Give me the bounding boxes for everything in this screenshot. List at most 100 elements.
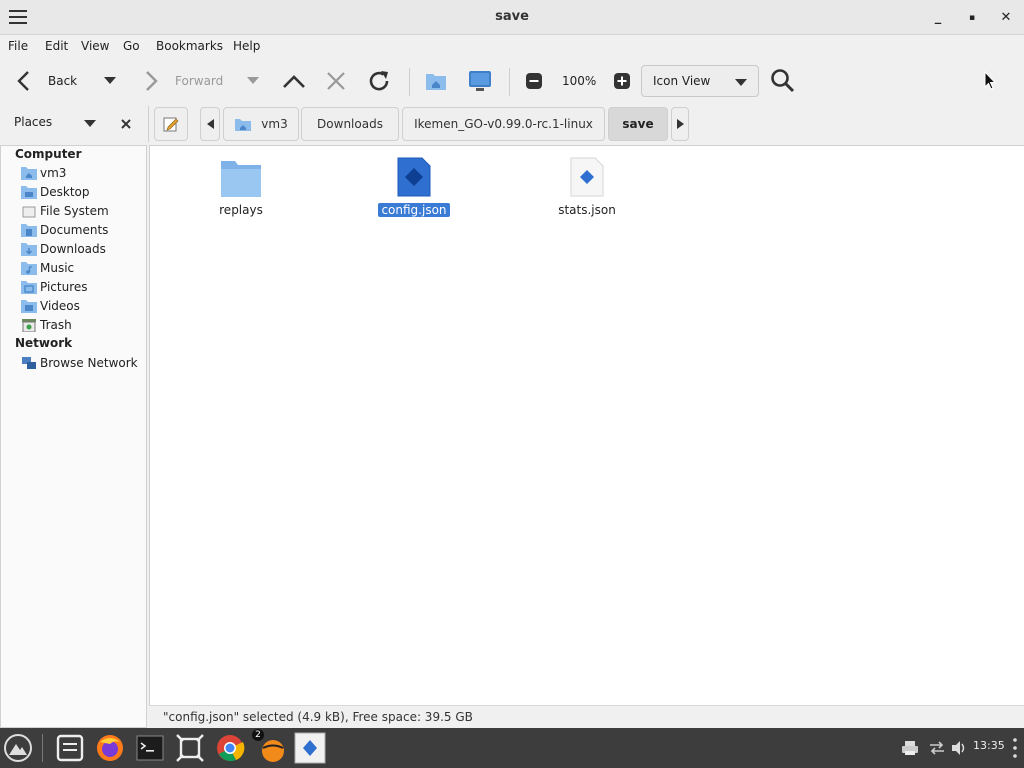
forward-arrow-icon (146, 71, 158, 91)
breadcrumb-label: save (622, 117, 654, 131)
reload-icon (369, 71, 389, 91)
forward-history-dropdown[interactable] (247, 58, 259, 104)
home-button[interactable] (425, 58, 447, 104)
breadcrumb-ikemen[interactable]: Ikemen_GO-v0.99.0-rc.1-linux (402, 107, 605, 141)
maximize-button[interactable]: ▪ (962, 8, 982, 28)
sidebar-item-file-system[interactable]: File System (21, 202, 109, 220)
search-icon (771, 69, 795, 93)
sidebar-item-label: vm3 (40, 166, 67, 180)
network-disconnected-icon[interactable] (928, 740, 946, 756)
close-button[interactable]: ✕ (996, 8, 1016, 28)
view-mode-select[interactable]: Icon View (641, 65, 759, 97)
sidebar-item-label: File System (40, 204, 109, 218)
breadcrumb-scroll-left[interactable] (200, 107, 220, 141)
menu-go[interactable]: Go (123, 39, 140, 53)
chevron-down-icon (735, 79, 747, 86)
sidebar-item-videos[interactable]: Videos (21, 297, 80, 315)
file-item-stats-json[interactable]: stats.json (542, 156, 632, 217)
chrome-icon[interactable] (214, 732, 246, 764)
screenshot-tool-icon[interactable] (174, 732, 206, 764)
volume-icon[interactable] (950, 739, 968, 757)
up-button[interactable] (282, 58, 306, 104)
sidebar-item-label: Downloads (40, 242, 106, 256)
app-menu-mountain-icon[interactable] (2, 732, 34, 764)
documents-folder-icon (21, 224, 37, 237)
pictures-folder-icon (21, 281, 37, 294)
sidebar-item-browse-network[interactable]: Browse Network (21, 354, 138, 372)
stop-button[interactable] (326, 58, 346, 104)
edit-pencil-icon (163, 117, 179, 132)
computer-monitor-icon (469, 71, 491, 91)
reload-button[interactable] (367, 58, 391, 104)
notification-badge: 2 (252, 729, 264, 741)
trash-icon (22, 319, 36, 332)
sidebar-item-vm3[interactable]: vm3 (21, 164, 66, 182)
sidebar-mode-label[interactable]: Places (14, 115, 52, 129)
breadcrumb-scroll-right[interactable] (671, 107, 689, 141)
back-label: Back (48, 74, 78, 88)
chevron-down-icon[interactable] (84, 120, 96, 128)
sidebar-item-label: Music (40, 261, 75, 275)
menu-bookmarks[interactable]: Bookmarks (156, 39, 223, 53)
menu-file[interactable]: File (8, 39, 28, 53)
sidebar-item-music[interactable]: Music (21, 259, 74, 277)
sidebar-item-documents[interactable]: Documents (21, 221, 108, 239)
chevron-down-icon (104, 77, 116, 84)
file-view[interactable]: replays config.json stats.json (149, 145, 1024, 705)
breadcrumb-label: Ikemen_GO-v0.99.0-rc.1-linux (414, 117, 593, 131)
json-file-icon (570, 157, 604, 197)
sidebar-item-label: Browse Network (40, 356, 138, 370)
zoom-out-button[interactable] (526, 58, 542, 104)
music-folder-icon (21, 262, 37, 275)
back-history-dropdown[interactable] (104, 58, 116, 104)
home-folder-icon (21, 167, 37, 180)
breadcrumb-vm3[interactable]: vm3 (223, 107, 299, 141)
sidebar-heading-computer: Computer (15, 147, 82, 161)
toggle-location-entry-button[interactable] (154, 107, 188, 141)
toolbar: Back Forward 100% Icon View (0, 58, 1024, 104)
file-manager-app-icon[interactable] (54, 732, 86, 764)
close-sidebar-icon[interactable] (121, 119, 131, 129)
printer-icon[interactable] (901, 740, 919, 756)
json-editor-app-icon[interactable] (294, 732, 326, 764)
clock[interactable]: 13:35 (973, 739, 1005, 752)
breadcrumb-save[interactable]: save (608, 107, 668, 141)
sidebar-item-pictures[interactable]: Pictures (21, 278, 88, 296)
firefox-icon[interactable] (94, 732, 126, 764)
zoom-level: 100% (562, 58, 596, 104)
stop-x-icon (327, 72, 345, 90)
breadcrumb-downloads[interactable]: Downloads (301, 107, 399, 141)
sidebar-item-trash[interactable]: Trash (21, 316, 72, 334)
computer-button[interactable] (468, 58, 492, 104)
file-manager-window: save _ ▪ ✕ File Edit View Go Bookmarks H… (0, 0, 1024, 728)
sidebar-item-downloads[interactable]: Downloads (21, 240, 106, 258)
file-item-replays[interactable]: replays (196, 158, 286, 217)
zoom-out-minus-icon (526, 73, 542, 89)
sidebar-item-label: Trash (40, 318, 72, 332)
downloads-folder-icon (21, 243, 37, 256)
file-name: stats.json (558, 203, 616, 217)
forward-label: Forward (175, 74, 224, 88)
search-button[interactable] (770, 58, 796, 104)
sidebar-heading-network: Network (15, 336, 73, 350)
desktop-folder-icon (21, 186, 37, 199)
file-item-config-json[interactable]: config.json (369, 156, 459, 217)
menu-view[interactable]: View (81, 39, 109, 53)
mouse-cursor-icon (984, 71, 996, 90)
zoom-in-button[interactable] (614, 58, 630, 104)
toolbar-separator (409, 68, 410, 96)
back-button[interactable]: Back (16, 58, 77, 104)
toolbar-separator (509, 68, 510, 96)
terminal-icon[interactable] (134, 732, 166, 764)
file-name: replays (219, 203, 263, 217)
sidebar-item-desktop[interactable]: Desktop (21, 183, 90, 201)
places-sidebar: Computer vm3 Desktop File System Documen… (0, 145, 147, 728)
network-icon (22, 357, 36, 369)
more-options-icon[interactable] (1012, 737, 1018, 759)
window-title: save (495, 9, 529, 24)
json-file-icon (397, 157, 431, 197)
menu-edit[interactable]: Edit (45, 39, 68, 53)
menu-help[interactable]: Help (233, 39, 260, 53)
minimize-button[interactable]: _ (928, 8, 948, 28)
forward-button[interactable]: Forward (143, 58, 223, 104)
